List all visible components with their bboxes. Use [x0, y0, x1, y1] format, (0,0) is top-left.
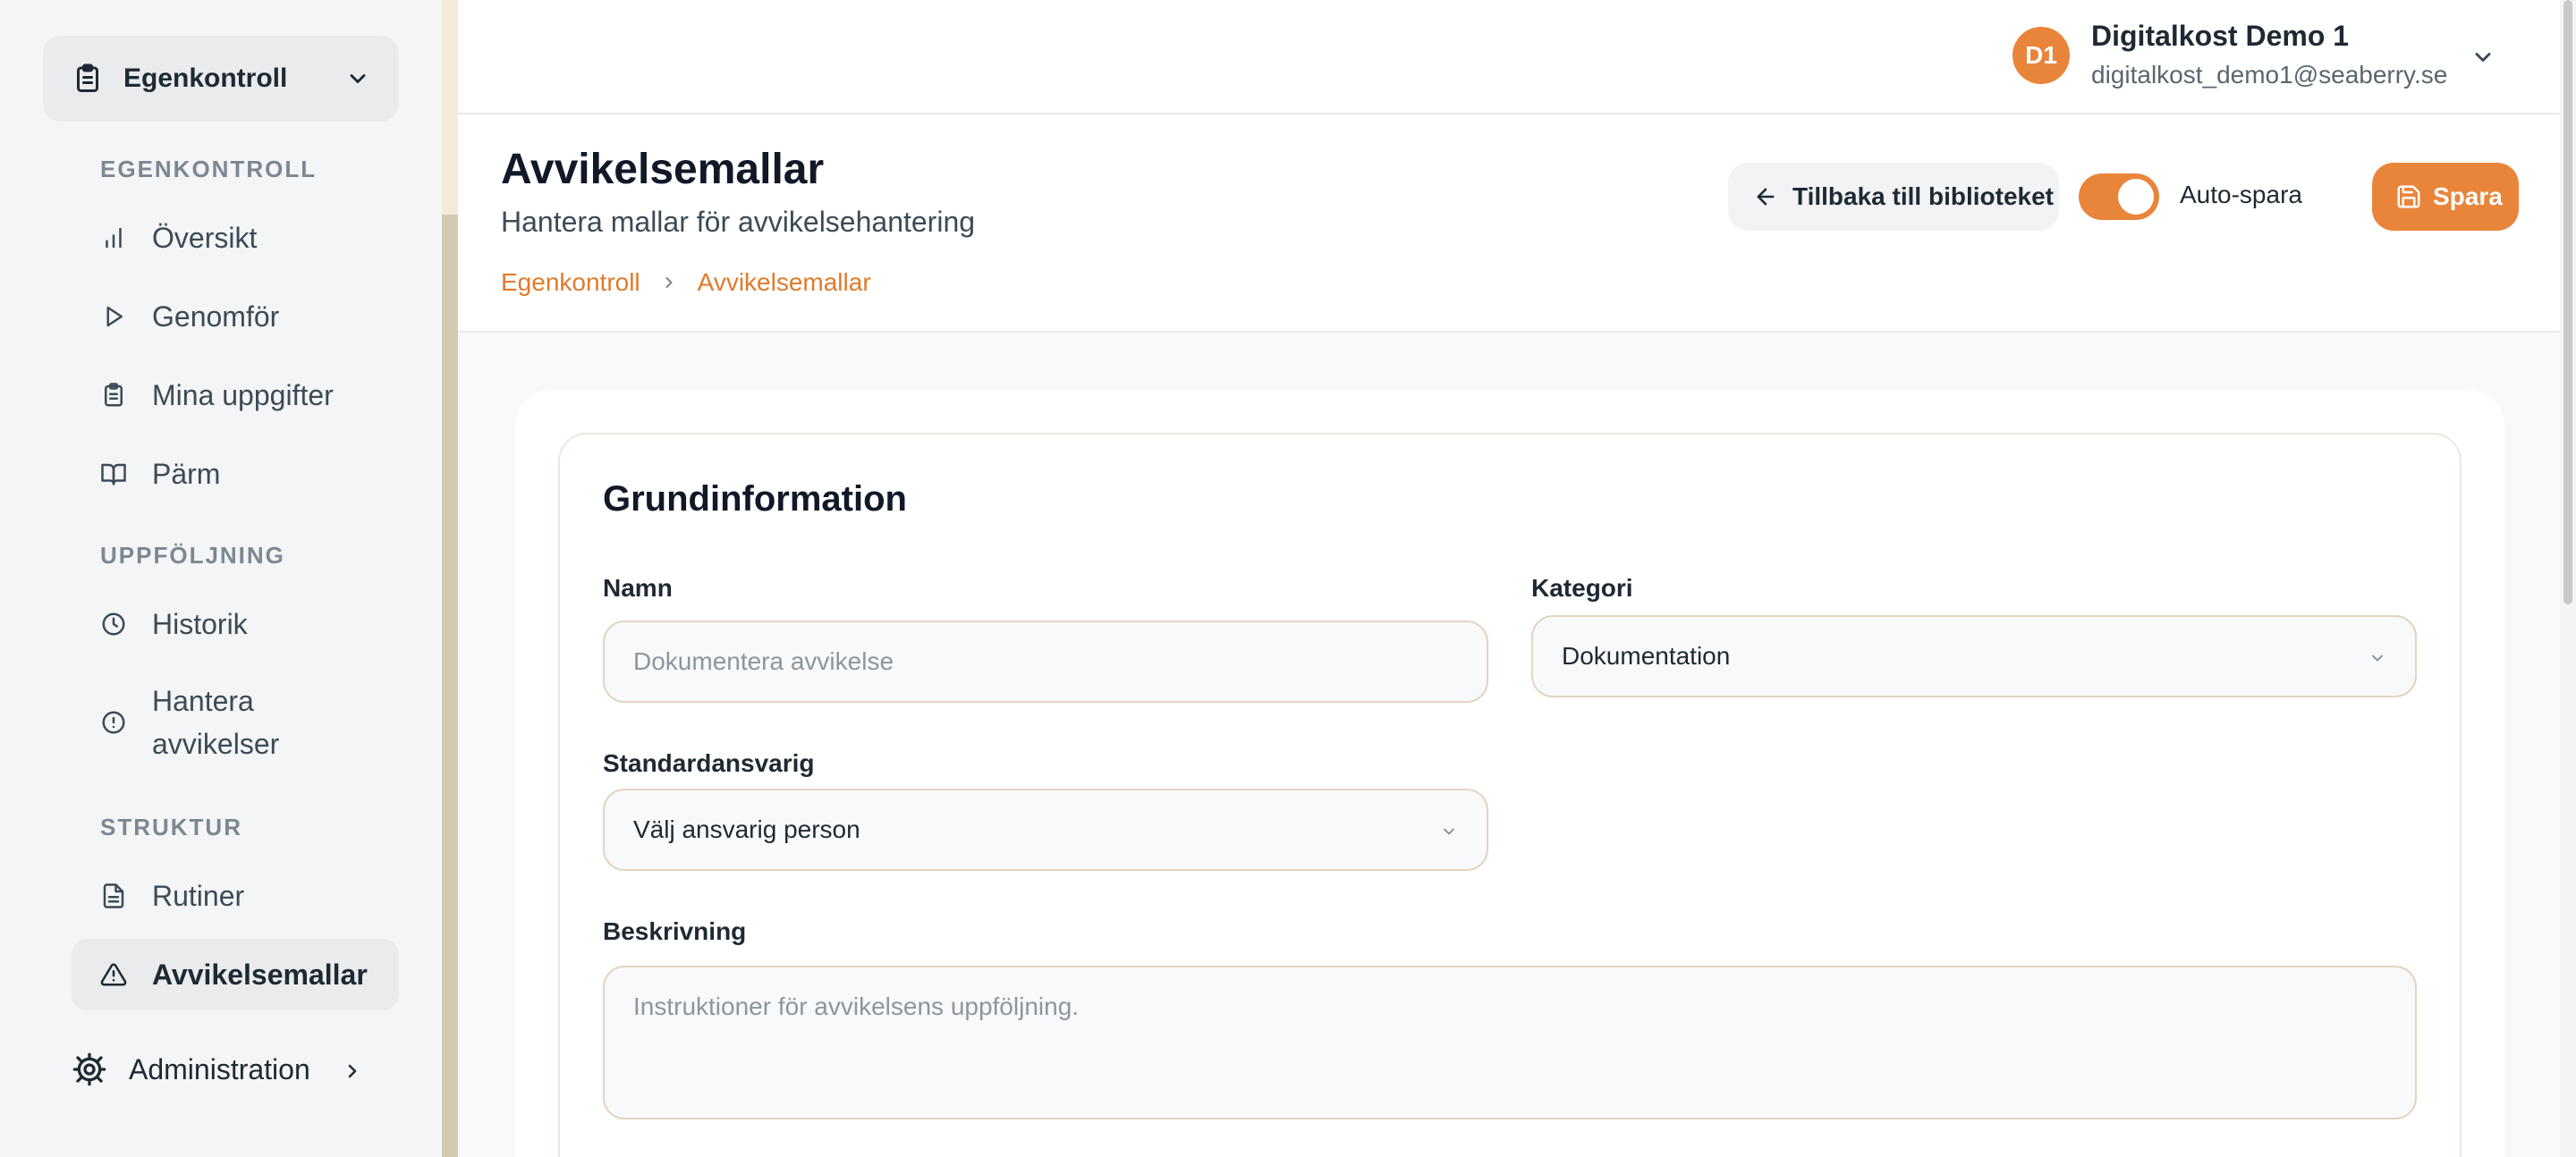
- chevron-down-icon[interactable]: [2470, 45, 2496, 70]
- name-label: Namn: [603, 574, 673, 602]
- description-textarea[interactable]: Instruktioner för avvikelsens uppföljnin…: [603, 966, 2417, 1119]
- sidebar-item-hantera-avvikelser[interactable]: Hantera avvikelser: [72, 680, 399, 765]
- category-label: Kategori: [1531, 574, 1633, 602]
- chevron-right-icon: [342, 1060, 363, 1082]
- page-scrollbar-thumb[interactable]: [2563, 0, 2572, 604]
- avatar[interactable]: D1: [2012, 27, 2070, 84]
- file-text-icon: [100, 883, 127, 909]
- bar-chart-icon: [100, 224, 127, 251]
- category-select[interactable]: Dokumentation: [1531, 615, 2417, 697]
- sidebar-group-egenkontroll[interactable]: Egenkontroll: [43, 36, 399, 122]
- page-header: Avvikelsemallar Hantera mallar för avvik…: [458, 114, 2560, 333]
- page-scrollbar[interactable]: [2560, 0, 2576, 1157]
- sidebar-item-parm[interactable]: Pärm: [72, 452, 399, 495]
- section-label-struktur: STRUKTUR: [100, 814, 242, 840]
- save-button[interactable]: Spara: [2372, 163, 2519, 231]
- gear-icon: [72, 1051, 107, 1087]
- sidebar-item-label: Avvikelsemallar: [152, 959, 368, 991]
- sidebar-item-label: Administration: [129, 1052, 310, 1085]
- description-label: Beskrivning: [603, 917, 747, 945]
- sidebar-item-label: Hantera avvikelser: [152, 685, 280, 760]
- responsible-select[interactable]: Välj ansvarig person: [603, 789, 1488, 871]
- chevron-down-icon: [2368, 649, 2386, 667]
- save-icon: [2395, 183, 2422, 210]
- sidebar-item-historik[interactable]: Historik: [72, 603, 399, 646]
- section-title: Grundinformation: [603, 479, 907, 519]
- sidebar-item-label: Rutiner: [152, 880, 245, 912]
- clipboard-icon: [100, 382, 127, 409]
- sidebar-item-label: Mina uppgifter: [152, 379, 334, 411]
- sidebar-item-rutiner[interactable]: Rutiner: [72, 874, 399, 917]
- responsible-label: Standardansvarig: [603, 749, 815, 777]
- breadcrumb-link[interactable]: Egenkontroll: [501, 268, 640, 297]
- autosave-label: Auto-spara: [2180, 181, 2302, 208]
- sidebar-item-avvikelsemallar[interactable]: Avvikelsemallar: [72, 939, 399, 1010]
- user-name: Digitalkost Demo 1: [2091, 20, 2350, 52]
- section-label-egenkontroll: EGENKONTROLL: [100, 156, 318, 182]
- chevron-right-icon: [660, 274, 678, 291]
- top-bar: [458, 0, 2560, 114]
- back-button-label: Tillbaka till biblioteket: [1792, 182, 2054, 210]
- book-icon: [100, 460, 127, 487]
- sidebar-item-genomfor[interactable]: Genomför: [72, 295, 399, 338]
- save-button-label: Spara: [2433, 182, 2503, 210]
- description-placeholder: Instruktioner för avvikelsens uppföljnin…: [633, 992, 1080, 1020]
- chevron-down-icon: [1440, 823, 1458, 840]
- page-subtitle: Hantera mallar för avvikelsehantering: [501, 206, 976, 238]
- user-email: digitalkost_demo1@seaberry.se: [2091, 61, 2448, 89]
- sidebar-item-label: Historik: [152, 608, 248, 640]
- sidebar-scrollbar-thumb[interactable]: [442, 215, 458, 1157]
- sidebar-group-label: Egenkontroll: [123, 63, 288, 93]
- warning-triangle-icon: [100, 961, 127, 988]
- alert-circle-icon: [100, 709, 127, 736]
- category-value: Dokumentation: [1562, 642, 1731, 670]
- page-title: Avvikelsemallar: [501, 146, 825, 193]
- name-placeholder: Dokumentera avvikelse: [633, 647, 894, 675]
- sidebar-item-administration[interactable]: Administration: [72, 1044, 399, 1094]
- section-label-uppfoljning: UPPFÖLJNING: [100, 542, 285, 569]
- chevron-down-icon: [345, 66, 370, 91]
- breadcrumb-current: Avvikelsemallar: [697, 268, 871, 296]
- play-icon: [100, 303, 127, 330]
- sidebar-scrollbar[interactable]: [442, 0, 458, 1157]
- responsible-value: Välj ansvarig person: [633, 815, 860, 843]
- sidebar-item-oversikt[interactable]: Översikt: [72, 216, 399, 259]
- sidebar-item-label: Genomför: [152, 300, 280, 333]
- autosave-toggle[interactable]: [2079, 173, 2159, 220]
- clipboard-icon: [72, 63, 104, 95]
- toggle-knob: [2118, 179, 2154, 215]
- sidebar-item-mina-uppgifter[interactable]: Mina uppgifter: [72, 374, 399, 417]
- sidebar-item-label: Pärm: [152, 458, 221, 490]
- back-to-library-button[interactable]: Tillbaka till biblioteket: [1728, 163, 2059, 231]
- sidebar-item-label: Översikt: [152, 222, 258, 254]
- arrow-left-icon: [1753, 184, 1778, 209]
- sidebar: Egenkontroll EGENKONTROLL Översikt Genom…: [0, 0, 442, 1157]
- clock-icon: [100, 611, 127, 638]
- name-input[interactable]: Dokumentera avvikelse: [603, 621, 1488, 703]
- breadcrumb: Egenkontroll Avvikelsemallar: [501, 268, 871, 297]
